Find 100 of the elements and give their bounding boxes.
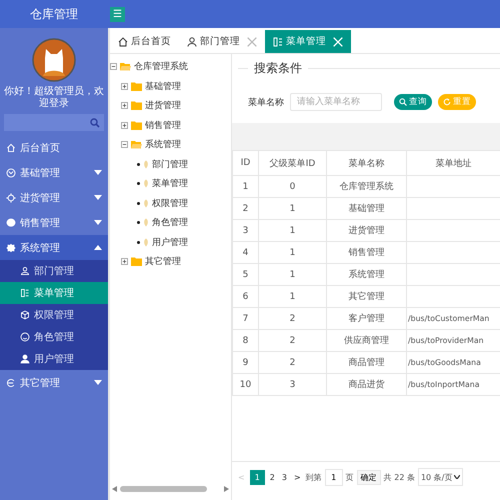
- menu-icon: [20, 310, 30, 320]
- tree-node-label[interactable]: 权限管理: [152, 196, 188, 210]
- bullet-icon: [137, 162, 140, 166]
- search-icon[interactable]: [90, 118, 100, 128]
- leaf-icon: [143, 198, 149, 208]
- avatar: [32, 38, 76, 82]
- total-count: 共 22 条: [384, 472, 415, 482]
- menu-icon: [6, 192, 16, 202]
- table-cell: 仓库管理系统: [326, 176, 406, 198]
- menu-item[interactable]: 后台首页: [0, 135, 108, 160]
- folder-icon: [131, 120, 142, 130]
- tree-node-label[interactable]: 其它管理: [145, 255, 181, 268]
- tree-node-label[interactable]: 用户管理: [152, 236, 188, 249]
- next-page-button[interactable]: >: [292, 470, 303, 484]
- table-cell: 5: [232, 264, 258, 286]
- tree-node-label[interactable]: 菜单管理: [152, 177, 188, 190]
- scroll-right-icon[interactable]: [224, 486, 229, 492]
- page-unit: 页: [346, 472, 354, 482]
- table-cell: 客户管理: [326, 308, 406, 330]
- folder-icon: [131, 140, 142, 150]
- tree-node-label[interactable]: 基础管理: [145, 80, 181, 93]
- page-button[interactable]: 1: [250, 470, 265, 484]
- expand-icon[interactable]: [121, 102, 128, 110]
- table-cell: 3: [232, 220, 258, 242]
- tree-node-label[interactable]: 部门管理: [152, 158, 188, 171]
- tree-node-label[interactable]: 进货管理: [145, 99, 181, 112]
- caret-icon: [454, 475, 460, 479]
- page-button[interactable]: 3: [280, 470, 289, 484]
- expand-icon[interactable]: [121, 258, 128, 266]
- table-cell: 进货管理: [326, 220, 406, 242]
- column-header[interactable]: 父级菜单ID: [258, 150, 326, 176]
- caret-icon: [94, 195, 102, 200]
- caret-icon: [94, 380, 102, 385]
- app-title: 仓库管理: [30, 6, 78, 22]
- tab[interactable]: 菜单管理: [265, 30, 351, 53]
- menu-item[interactable]: 进货管理: [0, 185, 108, 210]
- leaf-icon: [143, 179, 149, 188]
- table-cell: 1: [258, 264, 326, 286]
- list-icon: [273, 36, 283, 46]
- leaf-icon: [143, 238, 149, 247]
- page-input[interactable]: 1: [324, 468, 343, 486]
- page-button[interactable]: 2: [268, 470, 277, 484]
- folder-icon: [131, 257, 142, 266]
- user-icon: [187, 36, 197, 46]
- submenu-item[interactable]: 用户管理: [0, 348, 108, 370]
- menu-item[interactable]: 基础管理: [0, 160, 108, 185]
- search-field[interactable]: [4, 114, 104, 131]
- table-cell: 1: [232, 176, 258, 198]
- table-cell: 9: [232, 352, 258, 374]
- table-cell: 2: [258, 308, 326, 330]
- confirm-button[interactable]: 确定: [356, 470, 381, 484]
- menu-icon: [6, 142, 16, 152]
- menu-item[interactable]: 其它管理: [0, 370, 108, 395]
- table-cell: 7: [232, 308, 258, 330]
- menu-item[interactable]: 系统管理: [0, 235, 108, 260]
- caret-icon: [94, 245, 102, 250]
- bullet-icon: [137, 182, 140, 186]
- expand-icon[interactable]: [121, 122, 128, 129]
- table-cell: 3: [258, 374, 326, 396]
- section-title: 搜索条件: [248, 60, 308, 77]
- tree-node-label[interactable]: 销售管理: [145, 118, 181, 132]
- table-cell: 1: [258, 220, 326, 242]
- table-cell: 系统管理: [326, 264, 406, 286]
- menu-icon: [6, 378, 16, 388]
- menu-icon: [20, 332, 30, 342]
- caret-icon: [94, 220, 102, 225]
- column-header[interactable]: 菜单地址: [406, 150, 500, 176]
- collapse-icon[interactable]: [121, 141, 128, 148]
- tree-node-label[interactable]: 仓库管理系统: [134, 60, 188, 74]
- menu-icon: [20, 266, 30, 276]
- search-button[interactable]: 查询: [394, 94, 432, 110]
- submenu-item[interactable]: 部门管理: [0, 260, 108, 282]
- table-cell: 商品进货: [326, 374, 406, 396]
- leaf-icon: [143, 218, 149, 228]
- column-header[interactable]: ID: [232, 150, 258, 176]
- menu-name-input[interactable]: 请输入菜单名称: [290, 93, 382, 111]
- tree-node-label[interactable]: 系统管理: [145, 138, 181, 152]
- page-size-select[interactable]: 10 条/页: [418, 468, 464, 486]
- menu-item[interactable]: 销售管理: [0, 210, 108, 235]
- close-icon[interactable]: [247, 36, 257, 46]
- leaf-icon: [143, 160, 149, 169]
- bullet-icon: [137, 202, 140, 205]
- scroll-left-icon[interactable]: [112, 486, 117, 492]
- caret-icon: [94, 170, 102, 175]
- menu-icon: [20, 288, 30, 298]
- collapse-icon[interactable]: [110, 63, 117, 70]
- welcome-text: 你好！超级管理员，欢迎登录: [4, 86, 104, 110]
- bullet-icon: [137, 240, 140, 244]
- expand-icon[interactable]: [121, 82, 128, 90]
- table-cell: 商品管理: [326, 352, 406, 374]
- home-icon: [118, 36, 128, 46]
- submenu-item[interactable]: 权限管理: [0, 304, 108, 326]
- column-header[interactable]: 菜单名称: [326, 150, 406, 176]
- table-cell: 2: [258, 352, 326, 374]
- submenu-item[interactable]: 菜单管理: [0, 282, 108, 304]
- submenu-item[interactable]: 角色管理: [0, 326, 108, 348]
- bullet-icon: [137, 221, 140, 224]
- horizontal-scrollbar[interactable]: [112, 484, 229, 494]
- tree-node-label[interactable]: 角色管理: [152, 216, 188, 230]
- refresh-icon: [443, 98, 451, 106]
